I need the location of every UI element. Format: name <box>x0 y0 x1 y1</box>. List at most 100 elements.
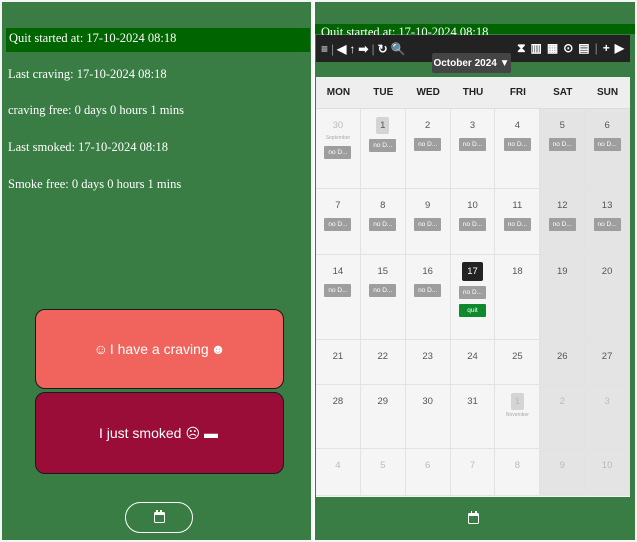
calendar-week-row: 28 29 30 31 1 November 2 3 <box>316 385 631 449</box>
calendar-day[interactable]: 15 no D... <box>361 255 406 339</box>
month-view-icon[interactable]: ▦ <box>547 41 558 56</box>
calendar-event-chip[interactable]: no D... <box>324 146 352 159</box>
today-icon[interactable]: ⊙ <box>563 41 573 56</box>
calendar-week-row: 4 5 6 7 8 9 10 <box>316 449 631 496</box>
calendar-event-chip[interactable]: no D... <box>414 284 442 297</box>
calendar-event-chip[interactable]: no D... <box>593 218 621 231</box>
day-number: 8 <box>514 460 521 471</box>
calendar-day[interactable]: 2 <box>540 385 586 448</box>
calendar-day[interactable]: 4 no D... <box>495 109 541 188</box>
calendar-event-chip[interactable]: no D... <box>459 218 486 231</box>
calendar-day[interactable]: 18 <box>495 255 541 339</box>
day-number: 9 <box>559 460 565 471</box>
calendar-event-chip[interactable]: no D... <box>548 138 576 151</box>
search-icon[interactable]: 🔍 <box>391 42 406 56</box>
calendar-day[interactable]: 6 no D... <box>585 109 631 188</box>
weekday-header: THU <box>462 87 484 98</box>
day-number: 6 <box>425 460 431 471</box>
calendar-day[interactable]: 6 <box>406 449 451 495</box>
calendar-event-chip[interactable]: no D... <box>503 138 531 151</box>
calendar-day[interactable]: 23 <box>406 340 451 384</box>
weekday-header-row: MON TUE WED THU FRI SAT SUN <box>316 77 630 109</box>
calendar-day[interactable]: 27 <box>585 340 631 384</box>
calendar-day[interactable]: 25 <box>495 340 541 384</box>
calendar-event-chip[interactable]: no D... <box>369 139 397 152</box>
calendar-day[interactable]: 30 September no D... <box>316 109 361 188</box>
calendar-day[interactable]: 3 no D... <box>451 109 496 188</box>
last-craving-text: Last craving: 17-10-2024 08:18 <box>8 67 167 81</box>
day-number: 28 <box>332 396 344 407</box>
calendar-event-chip[interactable]: no D... <box>369 284 397 297</box>
calendar-event-chip[interactable]: no D... <box>414 138 442 151</box>
calendar-day[interactable]: 3 <box>585 385 631 448</box>
toolbar-right-group: ⧗ ▥ ▦ ⊙ ▤ | + ▶ <box>512 41 624 56</box>
week-view-icon[interactable]: ▥ <box>531 41 542 56</box>
calendar-day[interactable]: 16 no D... <box>406 255 451 339</box>
calendar-toggle-button[interactable] <box>125 502 193 533</box>
quit-event-chip[interactable]: quit <box>459 304 486 317</box>
calendar-day[interactable]: 5 no D... <box>540 109 586 188</box>
calendar-event-chip[interactable]: no D... <box>459 286 486 299</box>
calendar-day[interactable]: 10 <box>585 449 631 495</box>
weekday-header: WED <box>416 87 440 98</box>
calendar-day[interactable]: 9 no D... <box>406 189 451 254</box>
day-number: 13 <box>601 200 613 211</box>
calendar-event-chip[interactable]: no D... <box>369 218 397 231</box>
menu-icon[interactable]: ≡ <box>321 42 328 56</box>
month-picker-button[interactable]: October 2024 ▼ <box>432 53 511 73</box>
calendar-day[interactable]: 14 no D... <box>316 255 361 339</box>
toolbar-divider: | <box>371 41 375 56</box>
next-month-icon[interactable]: ▶ <box>615 41 624 56</box>
day-number: 14 <box>332 266 344 277</box>
calendar-day[interactable]: 17 no D... quit <box>451 255 496 339</box>
go-next-icon[interactable]: ➡ <box>358 42 368 56</box>
filter-icon[interactable]: ⧗ <box>517 41 525 56</box>
calendar-day[interactable]: 24 <box>451 340 496 384</box>
refresh-icon[interactable]: ↻ <box>378 42 388 56</box>
calendar-day[interactable]: 31 <box>451 385 496 448</box>
calendar-day[interactable]: 30 <box>406 385 451 448</box>
calendar-event-chip[interactable]: no D... <box>503 218 531 231</box>
calendar-day[interactable]: 26 <box>540 340 586 384</box>
go-up-icon[interactable]: ↑ <box>349 42 355 56</box>
month-label: November <box>505 412 529 418</box>
calendar-event-chip[interactable]: no D... <box>324 218 352 231</box>
calendar-day[interactable]: 2 no D... <box>406 109 451 188</box>
calendar-day[interactable]: 1 November <box>495 385 541 448</box>
calendar-day[interactable]: 12 no D... <box>540 189 586 254</box>
calendar-day[interactable]: 7 <box>451 449 496 495</box>
prev-month-icon[interactable]: ◀ <box>337 42 346 56</box>
calendar-day[interactable]: 5 <box>361 449 406 495</box>
calendar-day[interactable]: 28 <box>316 385 361 448</box>
list-view-icon[interactable]: ▤ <box>578 41 589 56</box>
calendar-day[interactable]: 4 <box>316 449 361 495</box>
add-event-icon[interactable]: + <box>603 41 610 56</box>
calendar-day[interactable]: 10 no D... <box>451 189 496 254</box>
month-label: September <box>325 135 351 141</box>
calendar-day[interactable]: 20 <box>585 255 631 339</box>
day-number: 29 <box>377 396 389 407</box>
calendar-day[interactable]: 21 <box>316 340 361 384</box>
calendar-day[interactable]: 8 no D... <box>361 189 406 254</box>
day-number: 8 <box>380 200 386 211</box>
smoked-button[interactable]: I just smoked ☹ ▬ <box>35 392 284 474</box>
calendar-day[interactable]: 13 no D... <box>585 189 631 254</box>
craving-button[interactable]: ☺ I have a craving ☻ <box>35 309 284 389</box>
calendar-event-chip[interactable]: no D... <box>593 138 621 151</box>
toolbar-divider: | <box>331 41 335 56</box>
calendar-day[interactable]: 1 no D... <box>361 109 406 188</box>
calendar-day[interactable]: 11 no D... <box>495 189 541 254</box>
calendar-day[interactable]: 8 <box>495 449 541 495</box>
calendar-event-chip[interactable]: no D... <box>324 284 352 297</box>
calendar-event-chip[interactable]: no D... <box>548 218 576 231</box>
calendar-event-chip[interactable]: no D... <box>414 218 442 231</box>
calendar-toggle-button[interactable] <box>468 511 479 529</box>
calendar-day[interactable]: 22 <box>361 340 406 384</box>
day-number: 7 <box>335 200 341 211</box>
calendar-day[interactable]: 29 <box>361 385 406 448</box>
day-number: 5 <box>559 120 565 131</box>
calendar-event-chip[interactable]: no D... <box>459 138 486 151</box>
calendar-day[interactable]: 9 <box>540 449 586 495</box>
calendar-day[interactable]: 19 <box>540 255 586 339</box>
calendar-day[interactable]: 7 no D... <box>316 189 361 254</box>
